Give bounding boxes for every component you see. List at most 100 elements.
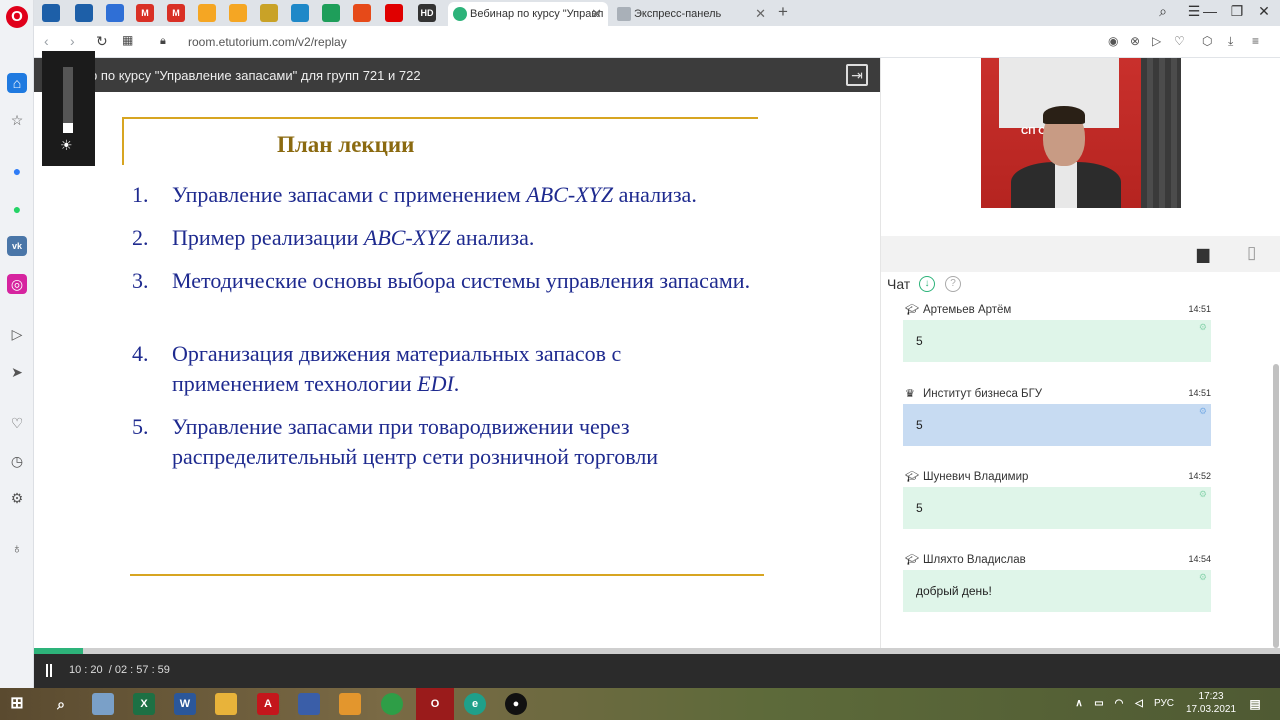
url-field[interactable]: room.etutorium.com/v2/replay bbox=[188, 35, 347, 49]
help-icon[interactable]: ? bbox=[945, 276, 961, 292]
clock[interactable]: 17:23 17.03.2021 bbox=[1186, 690, 1236, 716]
brightness-control[interactable]: ☀ bbox=[42, 51, 95, 166]
vk-icon[interactable]: vk bbox=[7, 236, 27, 256]
site-icon[interactable] bbox=[291, 4, 309, 22]
tab-express-panel[interactable]: Экспресс-панель ✕ bbox=[612, 2, 772, 26]
hd-icon[interactable]: HD bbox=[418, 4, 436, 22]
close-window-icon[interactable]: ✕ bbox=[1254, 3, 1274, 20]
history-icon[interactable]: ◷ bbox=[7, 451, 27, 471]
side-panel: СП ОСТИ: ▆ ▯ Чат ↓ ? 🎓︎ Артемьев Артём 1… bbox=[880, 58, 1280, 648]
adblock-icon[interactable]: ⊗ bbox=[1130, 34, 1140, 48]
close-tab-icon[interactable]: ✕ bbox=[591, 2, 602, 26]
news-site-icon[interactable] bbox=[42, 4, 60, 22]
close-tab-icon[interactable]: ✕ bbox=[755, 2, 766, 26]
mail-icon[interactable] bbox=[198, 4, 216, 22]
instagram-icon[interactable]: ◎ bbox=[7, 274, 27, 294]
brightness-slider-handle[interactable] bbox=[63, 123, 73, 133]
item-number: 2. bbox=[132, 225, 149, 250]
chat-heading: Чат bbox=[887, 276, 911, 292]
restore-icon[interactable]: ❐ bbox=[1227, 3, 1247, 20]
chrome-icon[interactable] bbox=[381, 693, 403, 715]
file-icon[interactable] bbox=[92, 693, 114, 715]
item-text: Пример реализации ABC-XYZ анализа. bbox=[172, 225, 535, 250]
heart-icon[interactable]: ♡ bbox=[7, 413, 27, 433]
back-icon[interactable]: ‹ bbox=[44, 33, 49, 49]
message-settings-icon[interactable]: ⚙ bbox=[1199, 406, 1207, 417]
player-icon[interactable]: ▷ bbox=[7, 324, 27, 344]
reload-icon[interactable]: ↻ bbox=[96, 33, 108, 50]
volume-icon[interactable]: ◁ bbox=[1128, 693, 1150, 715]
windows-start-icon[interactable]: ⊞ bbox=[6, 693, 28, 715]
home-icon[interactable]: ⌂ bbox=[7, 73, 27, 93]
message-settings-icon[interactable]: ⚙ bbox=[1199, 572, 1207, 583]
settings-gear-icon[interactable]: ⚙ bbox=[7, 488, 27, 508]
camera-icon[interactable]: ◉ bbox=[1108, 34, 1118, 48]
folder-icon[interactable] bbox=[215, 693, 237, 715]
presenter-video[interactable]: СП ОСТИ: bbox=[981, 58, 1181, 208]
slide-left-rule bbox=[122, 117, 124, 165]
message-author: Институт бизнеса БГУ bbox=[923, 388, 1043, 400]
opera-logo[interactable]: O bbox=[6, 6, 28, 28]
new-tab-plus-icon[interactable]: + bbox=[778, 2, 788, 22]
player-header: р по курсу "Управление запасами" для гру… bbox=[34, 58, 880, 92]
keyboard-language[interactable]: РУС bbox=[1154, 698, 1174, 709]
search-tabs-icon[interactable]: ⌕ bbox=[1153, 3, 1173, 20]
forward-icon[interactable]: › bbox=[70, 33, 75, 49]
player-controls: 10 : 20 / 02 : 57 : 59 bbox=[34, 654, 1280, 688]
word-icon[interactable]: W bbox=[174, 693, 196, 715]
edge-icon[interactable]: e bbox=[464, 693, 486, 715]
send-icon[interactable]: ▷ bbox=[1152, 34, 1161, 48]
tray-up-arrow-icon[interactable]: ∧ bbox=[1068, 693, 1090, 715]
panel-tabs: ▆ ▯ bbox=[881, 236, 1280, 272]
message-settings-icon[interactable]: ⚙ bbox=[1199, 489, 1207, 500]
chat-scrollbar[interactable] bbox=[1273, 364, 1279, 648]
mail-icon[interactable] bbox=[229, 4, 247, 22]
pdf-icon[interactable]: A bbox=[257, 693, 279, 715]
gmail-icon[interactable]: M bbox=[167, 4, 185, 22]
save-disk-icon[interactable] bbox=[298, 693, 320, 715]
message-text: 5 bbox=[916, 418, 923, 432]
speed-dial-grid-icon[interactable]: ▦ bbox=[122, 33, 133, 47]
document-icon[interactable]: ▯ bbox=[1247, 243, 1256, 263]
gmail-icon[interactable]: M bbox=[136, 4, 154, 22]
message-settings-icon[interactable]: ⚙ bbox=[1199, 322, 1207, 333]
site-icon[interactable] bbox=[353, 4, 371, 22]
opera-taskbar-icon[interactable]: O bbox=[416, 688, 454, 720]
diamond-icon[interactable] bbox=[106, 4, 124, 22]
battery-icon[interactable]: ▭ bbox=[1088, 693, 1110, 715]
heart-icon[interactable]: ♡ bbox=[1174, 34, 1185, 48]
download-chat-icon[interactable]: ↓ bbox=[919, 276, 935, 292]
site-icon[interactable] bbox=[322, 4, 340, 22]
chat-message: 🎓︎ Шляхто Владислав 14:54 добрый день! ⚙ bbox=[903, 552, 1211, 612]
exit-icon[interactable]: ⇥ bbox=[846, 64, 868, 86]
tab-webinar[interactable]: Вебинар по курсу "Управл ✕ bbox=[448, 2, 608, 26]
site-icon[interactable] bbox=[260, 4, 278, 22]
chat-bubble-icon[interactable]: ▆ bbox=[1197, 244, 1209, 264]
graduation-cap-icon: 🎓︎ bbox=[905, 554, 919, 566]
wifi-icon[interactable]: ◠ bbox=[1108, 693, 1130, 715]
news-site-icon[interactable] bbox=[75, 4, 93, 22]
whatsapp-icon[interactable]: ● bbox=[7, 199, 27, 219]
current-time: 10 : 20 bbox=[69, 664, 103, 676]
menu-icon[interactable]: ≡ bbox=[1252, 34, 1259, 48]
record-icon[interactable]: ● bbox=[505, 693, 527, 715]
search-icon[interactable]: ⌕ bbox=[50, 693, 72, 715]
excel-icon[interactable]: X bbox=[133, 693, 155, 715]
app-icon[interactable] bbox=[339, 693, 361, 715]
message-text: добрый день! bbox=[916, 584, 992, 598]
download-icon[interactable]: ⤓ bbox=[1228, 34, 1233, 49]
send-icon[interactable]: ➤ bbox=[7, 362, 27, 382]
pause-icon[interactable] bbox=[46, 664, 52, 677]
messenger-icon[interactable]: ● bbox=[7, 161, 27, 181]
notifications-icon[interactable]: ▤ bbox=[1244, 693, 1266, 715]
lightbulb-icon[interactable]: ♁ bbox=[7, 538, 27, 558]
item-number: 5. bbox=[132, 414, 149, 439]
tab-title: Вебинар по курсу "Управл bbox=[470, 8, 604, 20]
total-time: / 02 : 57 : 59 bbox=[108, 664, 170, 676]
bookmarks-icon[interactable]: ☆ bbox=[7, 110, 27, 130]
item-text: Управление запасами при товародвижении ч… bbox=[172, 414, 659, 469]
crown-icon: ♛ bbox=[905, 388, 915, 400]
youtube-icon[interactable] bbox=[385, 4, 403, 22]
extension-cube-icon[interactable]: ⬡ bbox=[1202, 34, 1212, 48]
minimize-icon[interactable]: — bbox=[1200, 3, 1220, 19]
